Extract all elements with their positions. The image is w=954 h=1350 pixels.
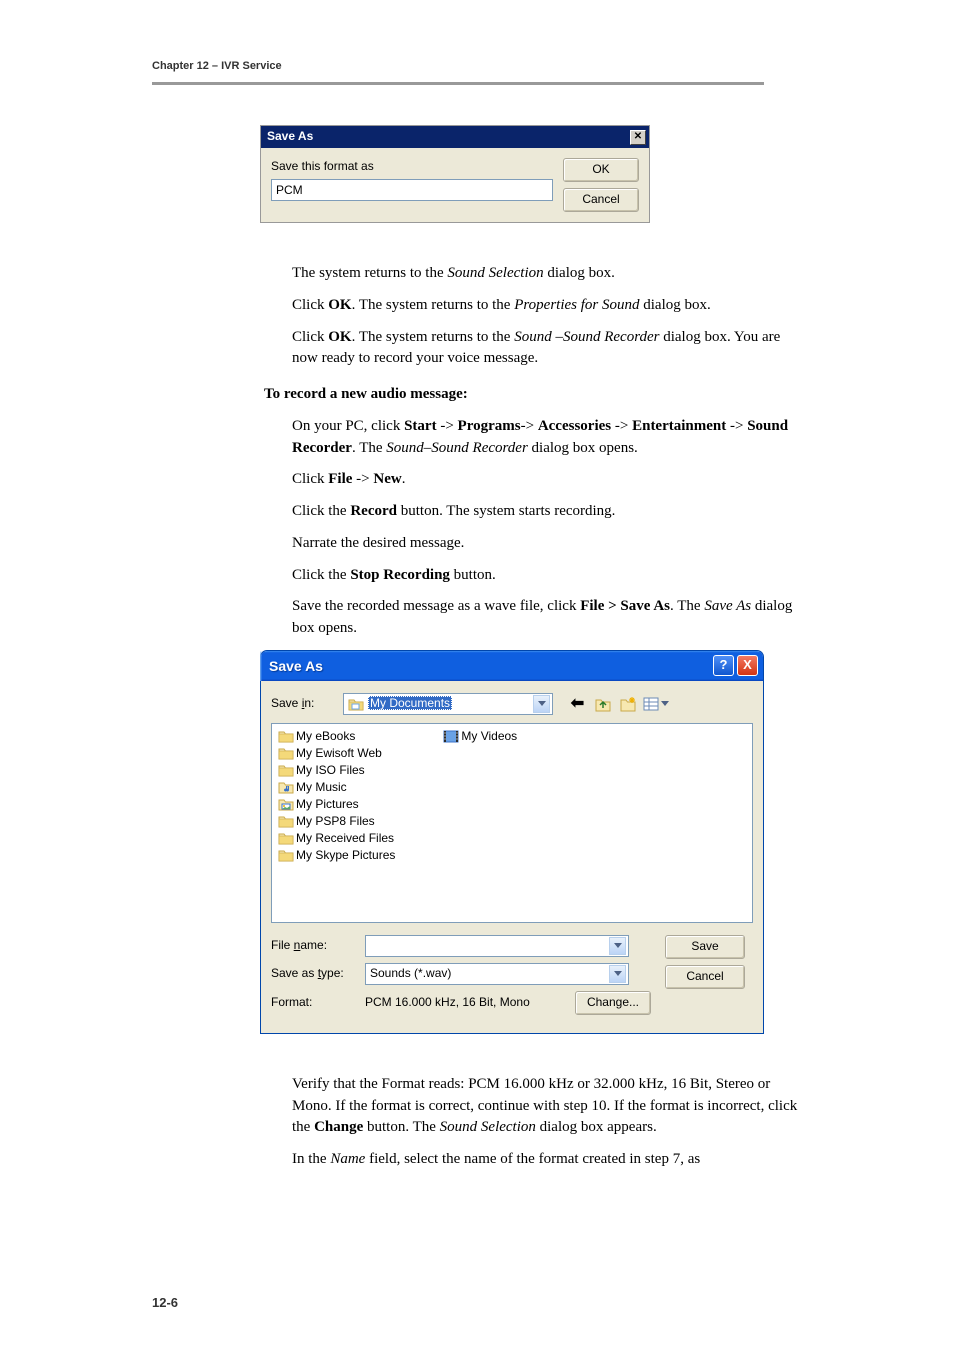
chevron-down-icon[interactable] bbox=[609, 937, 626, 955]
filename-label: File name: bbox=[271, 937, 365, 954]
save-as-dialog: Save As ? X Save in: bbox=[260, 650, 764, 1034]
body-text: The system returns to the Sound Selectio… bbox=[264, 263, 802, 285]
format-label: Format: bbox=[271, 994, 365, 1011]
page-header: Chapter 12 – IVR Service bbox=[0, 60, 954, 72]
file-item-label: My Ewisoft Web bbox=[296, 745, 382, 762]
close-icon[interactable]: X bbox=[737, 655, 758, 676]
folder-icon bbox=[278, 796, 294, 812]
cancel-button[interactable]: Cancel bbox=[563, 188, 639, 212]
folder-icon bbox=[348, 696, 364, 712]
list-item[interactable]: My Ewisoft Web bbox=[278, 745, 395, 762]
folder-icon bbox=[278, 779, 294, 795]
file-item-label: My Videos bbox=[461, 728, 517, 745]
file-item-label: My Received Files bbox=[296, 830, 394, 847]
close-icon[interactable]: ✕ bbox=[630, 130, 646, 145]
back-icon[interactable]: ⬅ bbox=[566, 693, 589, 715]
folder-icon bbox=[278, 745, 294, 761]
change-button[interactable]: Change... bbox=[575, 991, 651, 1015]
save-as-small-dialog: Save As ✕ Save this format as OK Cancel bbox=[260, 125, 650, 223]
folder-icon bbox=[278, 830, 294, 846]
ok-button[interactable]: OK bbox=[563, 158, 639, 182]
folder-icon bbox=[278, 728, 294, 744]
filename-combo[interactable] bbox=[365, 935, 629, 957]
save-as-type-value: Sounds (*.wav) bbox=[370, 965, 607, 982]
save-in-value: My Documents bbox=[368, 696, 452, 710]
body-text: Click OK. The system returns to the Prop… bbox=[264, 295, 802, 317]
up-one-level-icon[interactable] bbox=[591, 693, 614, 715]
list-item[interactable]: My Videos bbox=[443, 728, 517, 745]
view-menu-icon[interactable] bbox=[641, 693, 671, 715]
format-name-input[interactable] bbox=[271, 179, 553, 201]
file-item-label: My ISO Files bbox=[296, 762, 365, 779]
dialog-titlebar: Save As ✕ bbox=[261, 126, 649, 148]
page-number: 12-6 bbox=[152, 1295, 178, 1310]
list-item[interactable]: My eBooks bbox=[278, 728, 395, 745]
file-item-label: My eBooks bbox=[296, 728, 355, 745]
body-text: In the Name field, select the name of th… bbox=[264, 1149, 802, 1171]
save-as-type-combo[interactable]: Sounds (*.wav) bbox=[365, 963, 629, 985]
list-item[interactable]: My Skype Pictures bbox=[278, 847, 395, 864]
folder-icon bbox=[443, 728, 459, 744]
dialog-titlebar: Save As ? X bbox=[261, 651, 763, 681]
file-list-area[interactable]: My eBooksMy Ewisoft WebMy ISO FilesMy Mu… bbox=[271, 723, 753, 923]
body-text: Narrate the desired message. bbox=[264, 533, 802, 555]
save-button[interactable]: Save bbox=[665, 935, 745, 959]
folder-icon bbox=[278, 762, 294, 778]
folder-icon bbox=[278, 813, 294, 829]
list-item[interactable]: My PSP8 Files bbox=[278, 813, 395, 830]
section-heading: To record a new audio message: bbox=[264, 384, 802, 406]
chevron-down-icon[interactable] bbox=[609, 965, 626, 983]
save-format-label: Save this format as bbox=[271, 158, 553, 175]
body-text: Click OK. The system returns to the Soun… bbox=[264, 327, 802, 371]
file-item-label: My Skype Pictures bbox=[296, 847, 395, 864]
dialog-title: Save As bbox=[267, 128, 313, 145]
file-item-label: My Music bbox=[296, 779, 347, 796]
save-in-label: Save in: bbox=[271, 695, 343, 712]
list-item[interactable]: My Pictures bbox=[278, 796, 395, 813]
file-item-label: My Pictures bbox=[296, 796, 359, 813]
list-item[interactable]: My Music bbox=[278, 779, 395, 796]
format-value: PCM 16.000 kHz, 16 Bit, Mono bbox=[365, 994, 565, 1011]
cancel-button[interactable]: Cancel bbox=[665, 965, 745, 989]
list-item[interactable]: My Received Files bbox=[278, 830, 395, 847]
new-folder-icon[interactable] bbox=[616, 693, 639, 715]
body-text: Click the Record button. The system star… bbox=[264, 501, 802, 523]
list-item[interactable]: My ISO Files bbox=[278, 762, 395, 779]
body-text: On your PC, click Start -> Programs-> Ac… bbox=[264, 416, 802, 460]
help-icon[interactable]: ? bbox=[713, 655, 734, 676]
folder-icon bbox=[278, 847, 294, 863]
save-as-type-label: Save as type: bbox=[271, 965, 365, 982]
body-text: Verify that the Format reads: PCM 16.000… bbox=[264, 1074, 802, 1139]
chevron-down-icon[interactable] bbox=[533, 695, 550, 713]
save-in-combo[interactable]: My Documents bbox=[343, 693, 553, 715]
body-text: Save the recorded message as a wave file… bbox=[264, 596, 802, 640]
dialog-title: Save As bbox=[269, 656, 323, 676]
file-item-label: My PSP8 Files bbox=[296, 813, 375, 830]
body-text: Click the Stop Recording button. bbox=[264, 565, 802, 587]
body-text: Click File -> New. bbox=[264, 469, 802, 491]
